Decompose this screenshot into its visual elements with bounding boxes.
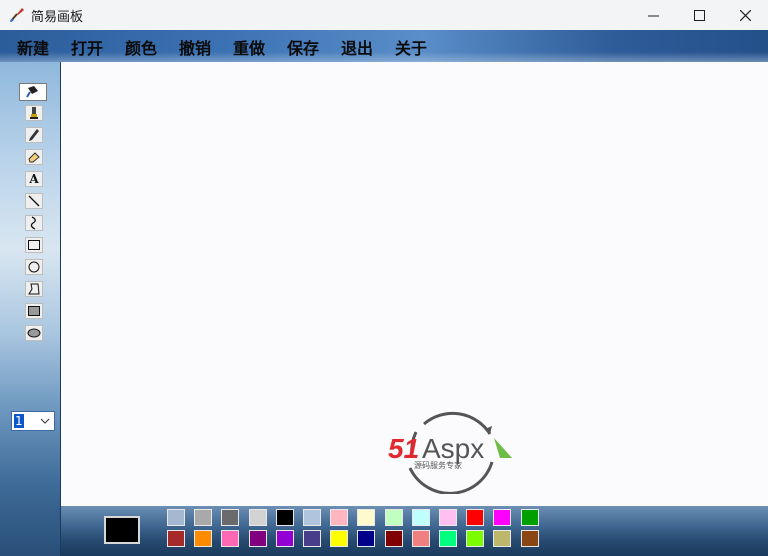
minimize-button[interactable] — [630, 0, 676, 30]
tool-rectangle[interactable] — [25, 237, 43, 253]
color-swatch[interactable] — [521, 509, 539, 526]
line-width-value: 1 — [14, 414, 24, 428]
maximize-button[interactable] — [676, 0, 722, 30]
color-swatch[interactable] — [303, 530, 321, 547]
polygon-icon — [28, 283, 40, 295]
tool-eraser[interactable] — [25, 149, 43, 165]
tool-fill[interactable] — [19, 83, 47, 101]
menu-open[interactable]: 打开 — [71, 35, 103, 59]
color-swatch[interactable] — [276, 530, 294, 547]
pencil-icon — [29, 129, 39, 141]
toolbox: A 1 — [0, 62, 60, 556]
window-title: 简易画板 — [31, 10, 84, 25]
marker-icon — [30, 107, 38, 119]
tool-marker[interactable] — [25, 105, 43, 121]
chevron-down-icon — [40, 418, 50, 424]
color-swatch[interactable] — [330, 530, 348, 547]
menu-about[interactable]: 关于 — [395, 35, 427, 59]
text-tool-icon: A — [29, 172, 39, 186]
color-swatch[interactable] — [357, 509, 375, 526]
color-swatch[interactable] — [412, 509, 430, 526]
rectangle-icon — [28, 240, 40, 250]
color-swatch[interactable] — [385, 530, 403, 547]
color-swatch[interactable] — [194, 530, 212, 547]
color-swatch[interactable] — [194, 509, 212, 526]
minimize-icon — [647, 15, 659, 16]
tool-text[interactable]: A — [25, 171, 43, 187]
color-swatch[interactable] — [493, 509, 511, 526]
aspx-logo: 51 Aspx 源码服务专家 — [388, 402, 512, 495]
menu-color[interactable]: 颜色 — [125, 35, 157, 59]
close-button[interactable] — [722, 0, 768, 30]
color-swatch[interactable] — [221, 530, 239, 547]
color-swatch[interactable] — [521, 530, 539, 547]
color-swatch[interactable] — [466, 530, 484, 547]
tool-filled-rectangle[interactable] — [25, 303, 43, 319]
filled-rectangle-icon — [28, 306, 40, 316]
color-swatch[interactable] — [167, 509, 185, 526]
color-swatch[interactable] — [330, 509, 348, 526]
fill-bucket-icon — [26, 86, 38, 98]
logo-number: 51 — [388, 433, 419, 464]
color-swatch[interactable] — [249, 530, 267, 547]
color-swatch[interactable] — [167, 530, 185, 547]
menu-new[interactable]: 新建 — [17, 35, 49, 59]
color-swatch[interactable] — [412, 530, 430, 547]
tool-pencil[interactable] — [25, 127, 43, 143]
menu-exit[interactable]: 退出 — [341, 35, 373, 59]
logo-tagline: 源码服务专家 — [414, 460, 462, 470]
color-swatch[interactable] — [439, 530, 457, 547]
color-swatch[interactable] — [439, 509, 457, 526]
line-icon — [28, 195, 40, 207]
title-bar: 简易画板 — [0, 0, 768, 30]
tool-polygon[interactable] — [25, 281, 43, 297]
eraser-icon — [28, 152, 40, 163]
color-swatch[interactable] — [493, 530, 511, 547]
filled-ellipse-icon — [27, 328, 41, 338]
color-swatch[interactable] — [221, 509, 239, 526]
line-width-select[interactable]: 1 — [11, 411, 55, 431]
menu-undo[interactable]: 撤销 — [179, 35, 211, 59]
color-swatch[interactable] — [276, 509, 294, 526]
menu-bar: 新建 打开 颜色 撤销 重做 保存 退出 关于 — [0, 30, 768, 62]
tool-curve[interactable] — [25, 215, 43, 231]
ellipse-icon — [28, 261, 40, 273]
maximize-icon — [693, 9, 705, 21]
color-swatch[interactable] — [303, 509, 321, 526]
menu-save[interactable]: 保存 — [287, 35, 319, 59]
color-swatch[interactable] — [357, 530, 375, 547]
curve-icon — [30, 216, 36, 230]
menu-redo[interactable]: 重做 — [233, 35, 265, 59]
logo-wordmark: Aspx — [422, 433, 484, 464]
tool-ellipse[interactable] — [25, 259, 43, 275]
color-swatch[interactable] — [385, 509, 403, 526]
current-color-swatch — [104, 516, 140, 544]
close-icon — [739, 9, 751, 21]
color-swatch[interactable] — [466, 509, 484, 526]
tool-filled-ellipse[interactable] — [25, 325, 43, 341]
tool-line[interactable] — [25, 193, 43, 209]
app-brush-icon — [8, 6, 26, 24]
color-swatch[interactable] — [249, 509, 267, 526]
